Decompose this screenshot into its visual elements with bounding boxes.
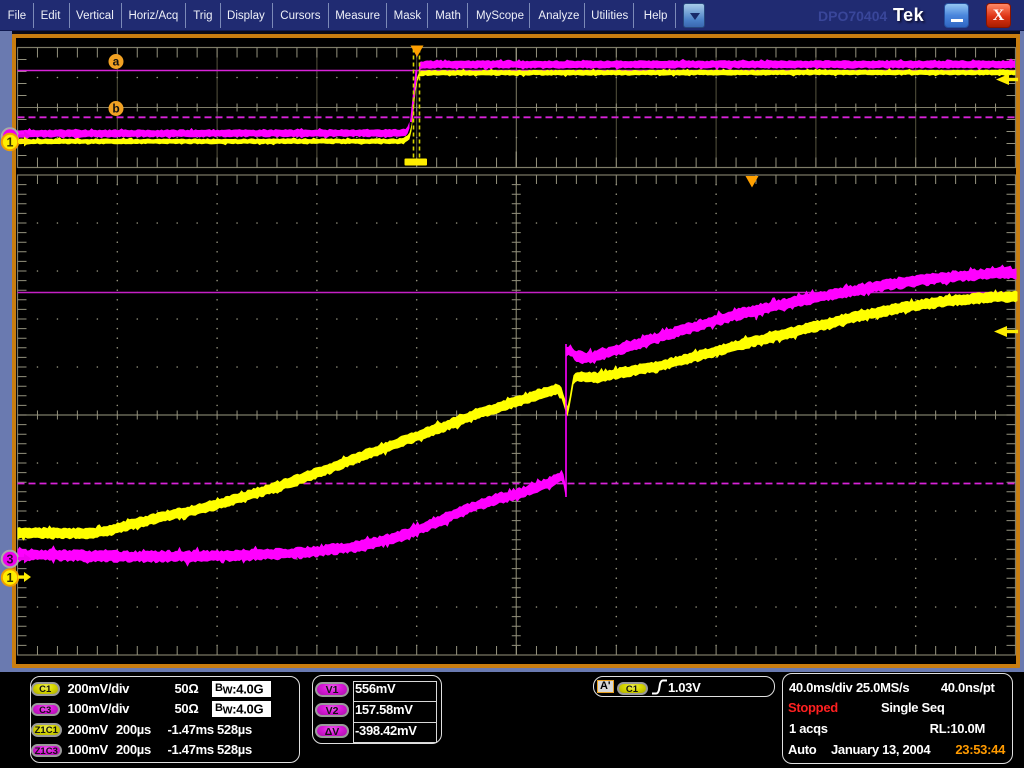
svg-text:3: 3 bbox=[7, 553, 14, 567]
svg-text:b: b bbox=[112, 102, 119, 116]
svg-text:1: 1 bbox=[7, 136, 14, 150]
svg-text:a: a bbox=[113, 55, 120, 69]
svg-text:1: 1 bbox=[7, 571, 14, 585]
